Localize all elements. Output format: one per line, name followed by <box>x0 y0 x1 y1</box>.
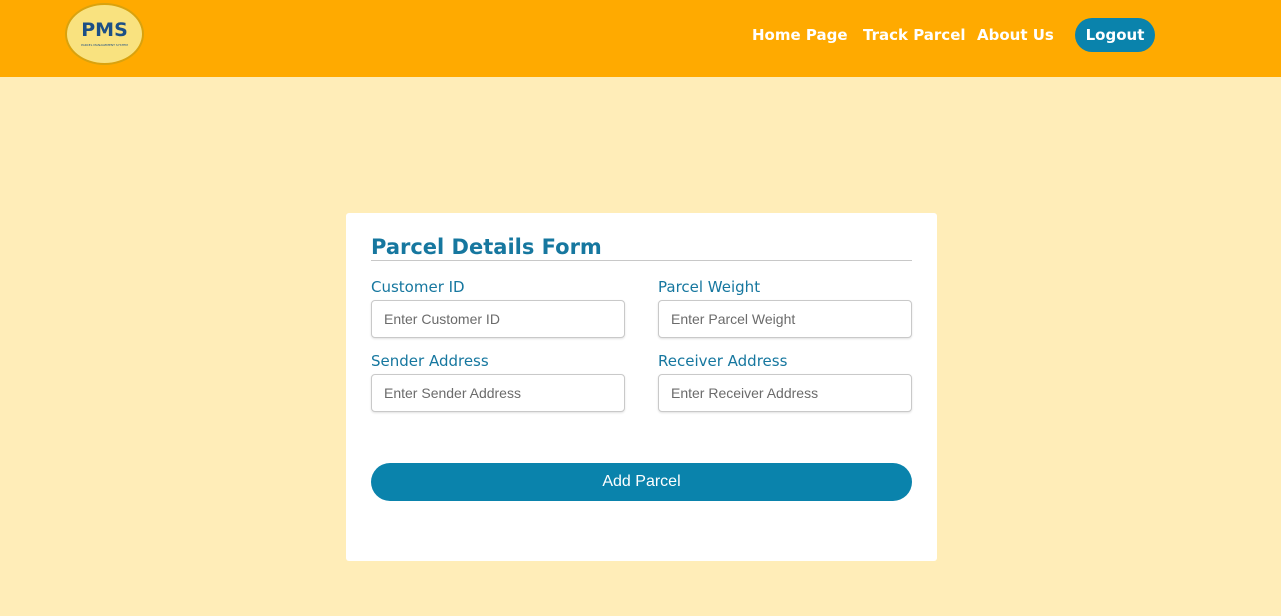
parcel-form-card: Parcel Details Form Customer ID Parcel W… <box>346 213 937 561</box>
nav-link-track-parcel[interactable]: Track Parcel <box>863 25 966 45</box>
nav-link-about-us[interactable]: About Us <box>977 25 1054 45</box>
sender-address-label: Sender Address <box>371 352 489 370</box>
logo-subtext: PARCEL MANAGEMENT SYSTEM <box>81 43 128 47</box>
customer-id-input[interactable] <box>371 300 625 338</box>
receiver-address-input[interactable] <box>658 374 912 412</box>
add-parcel-button[interactable]: Add Parcel <box>371 463 912 501</box>
sender-address-input[interactable] <box>371 374 625 412</box>
receiver-address-label: Receiver Address <box>658 352 788 370</box>
navbar: PMS PARCEL MANAGEMENT SYSTEM Home Page T… <box>0 0 1281 77</box>
customer-id-label: Customer ID <box>371 278 465 296</box>
logout-button[interactable]: Logout <box>1075 18 1155 52</box>
nav-link-home[interactable]: Home Page <box>752 25 848 45</box>
parcel-weight-input[interactable] <box>658 300 912 338</box>
title-divider <box>371 260 912 261</box>
form-title: Parcel Details Form <box>371 235 602 259</box>
pms-logo[interactable]: PMS PARCEL MANAGEMENT SYSTEM <box>65 3 144 65</box>
parcel-weight-label: Parcel Weight <box>658 278 761 296</box>
logo-text: PMS <box>81 19 128 41</box>
